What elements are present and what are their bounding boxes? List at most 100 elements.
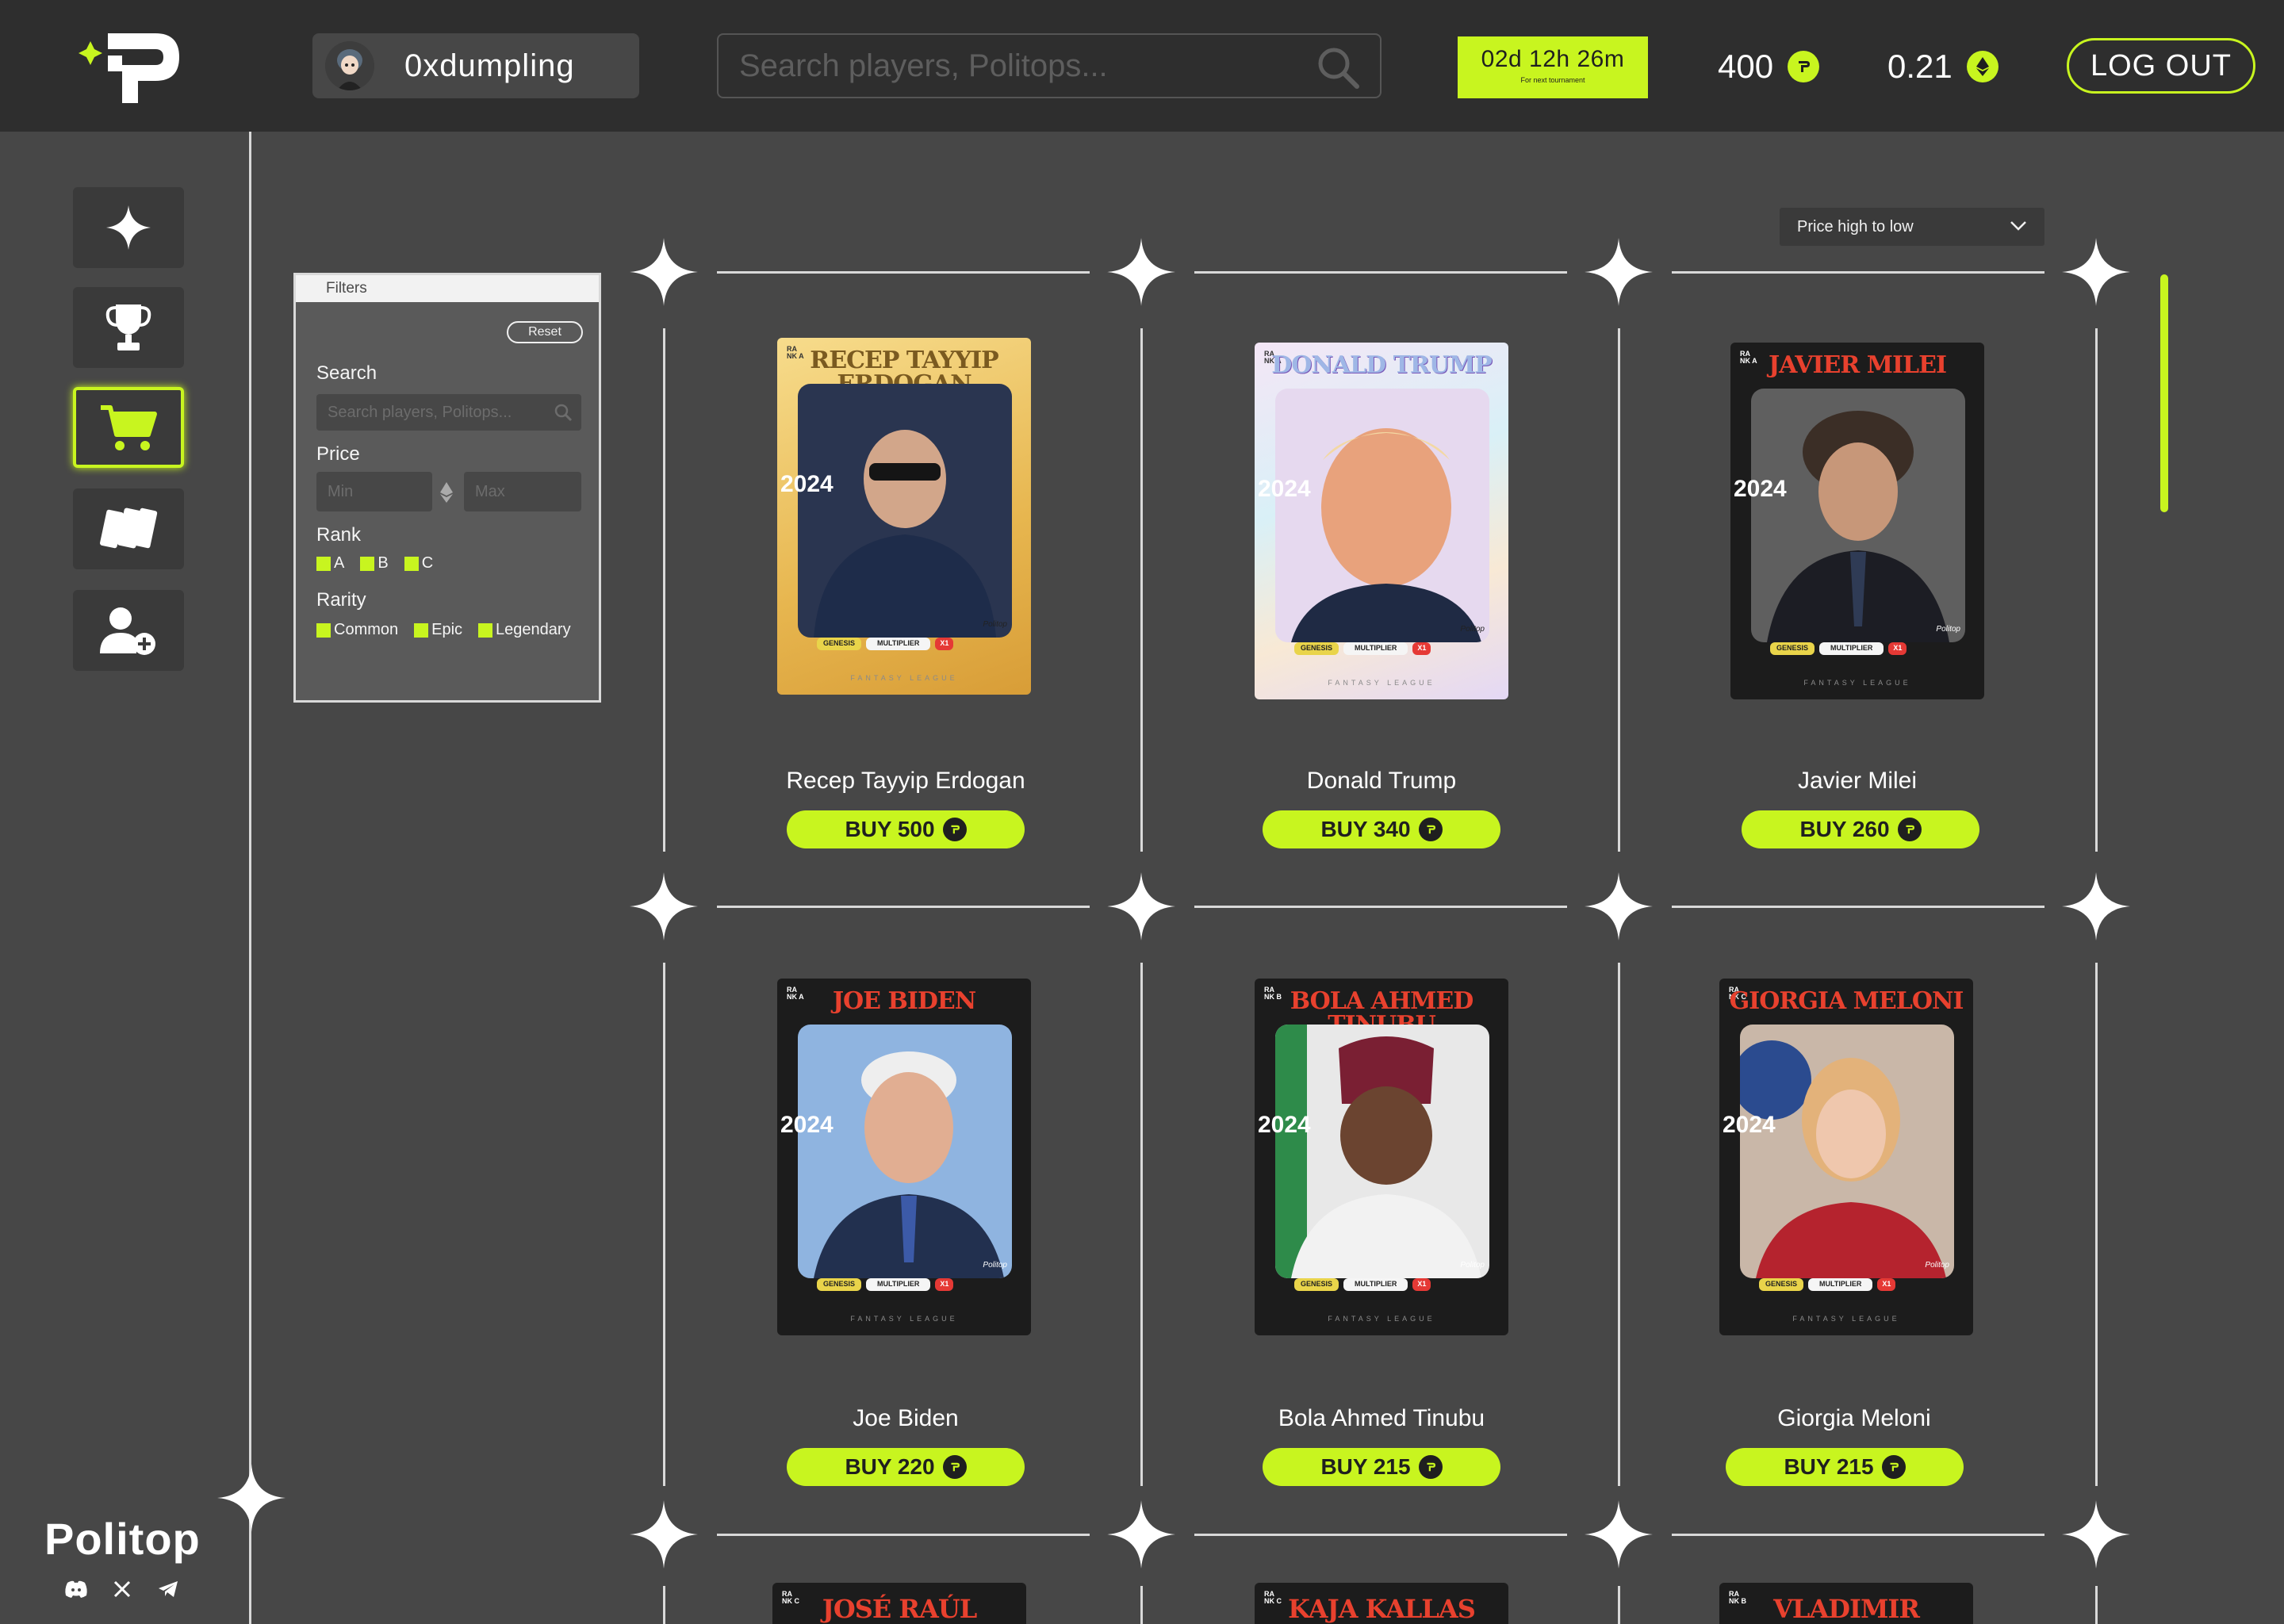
- filter-search-label: Search: [316, 362, 377, 384]
- player-name: Javier Milei: [1797, 768, 1918, 794]
- ethereum-icon: [1966, 51, 1998, 82]
- buy-button[interactable]: BUY 215: [1726, 1448, 1964, 1486]
- player-card-image[interactable]: RA NK C JOSÉ RAÚL: [772, 1583, 1026, 1624]
- politop-coin-icon: [1418, 1455, 1443, 1479]
- sidebar-item-profile[interactable]: [73, 590, 184, 671]
- checkbox[interactable]: [404, 556, 419, 571]
- player-name: Donald Trump: [1306, 768, 1457, 794]
- brand-wordmark: Politop: [44, 1514, 201, 1564]
- telegram-icon[interactable]: [155, 1576, 181, 1602]
- player-card-image[interactable]: RA NK B BOLA AHMED TINUBU 2024 GENESIS M…: [1255, 979, 1508, 1335]
- tournament-timer: 02d 12h 26m For next tournament: [1458, 36, 1648, 98]
- card-badges: GENESIS MULTIPLIER X1: [1294, 1278, 1477, 1291]
- filter-rarity-label: Rarity: [316, 589, 366, 611]
- buy-button[interactable]: BUY 260: [1742, 810, 1979, 848]
- player-card-image[interactable]: RA NK C GIORGIA MELONI 2024 GENESIS MULT…: [1719, 979, 1973, 1335]
- card-signature: Politop: [1460, 1261, 1485, 1270]
- checkbox[interactable]: [414, 622, 429, 638]
- cart-icon: [101, 405, 157, 450]
- rank-option-a[interactable]: A: [316, 554, 344, 573]
- points-balance-value: 400: [1718, 48, 1774, 85]
- politop-coin-icon: [1418, 818, 1443, 841]
- timer-value: 02d 12h 26m: [1481, 46, 1625, 72]
- buy-button[interactable]: BUY 500: [787, 810, 1025, 848]
- global-search-box[interactable]: [717, 33, 1382, 98]
- search-icon[interactable]: [1315, 44, 1361, 90]
- checkbox[interactable]: [316, 622, 331, 638]
- global-search-input[interactable]: [739, 48, 1247, 84]
- x-icon[interactable]: [109, 1576, 135, 1602]
- grid-divider: [1672, 271, 2044, 274]
- rarity-option-legendary[interactable]: Legendary: [478, 621, 571, 639]
- points-balance: 400: [1718, 48, 1820, 86]
- avatar[interactable]: [325, 41, 374, 90]
- buy-button[interactable]: BUY 340: [1263, 810, 1500, 848]
- discord-icon[interactable]: [63, 1576, 89, 1602]
- sparkle-icon: [106, 205, 151, 250]
- grid-divider: [717, 271, 1090, 274]
- grid-divider: [2095, 328, 2098, 852]
- price-max-input[interactable]: [464, 472, 581, 511]
- player-portrait: [1740, 1025, 1954, 1278]
- sparkle-icon: [1107, 1500, 1175, 1568]
- sidebar-item-collection[interactable]: [73, 488, 184, 569]
- card-signature: Politop: [1460, 625, 1485, 634]
- multiplier-badge: MULTIPLIER: [866, 1278, 931, 1291]
- card-title: JOE BIDEN: [832, 987, 976, 1015]
- card-badges: GENESIS MULTIPLIER X1: [1759, 1278, 1941, 1291]
- sparkle-icon: [1585, 238, 1653, 306]
- card-title: KAJA KALLAS: [1288, 1594, 1476, 1624]
- politop-logo-icon[interactable]: [76, 24, 187, 111]
- sparkle-icon: [2062, 1500, 2130, 1568]
- multiplier-badge: MULTIPLIER: [1808, 1278, 1873, 1291]
- grid-divider: [1618, 963, 1620, 1486]
- top-bar: 0xdumpling 02d 12h 26m For next tourname…: [0, 0, 2284, 132]
- player-card-image[interactable]: RA NK A DONALD TRUMP 2024 GENESIS MULTIP…: [1255, 343, 1508, 699]
- checkbox[interactable]: [360, 556, 375, 571]
- checkbox[interactable]: [316, 556, 331, 571]
- filter-search-input[interactable]: [316, 394, 581, 431]
- buy-button[interactable]: BUY 215: [1263, 1448, 1500, 1486]
- reset-filters-button[interactable]: Reset: [507, 321, 583, 343]
- grid-divider: [1140, 1586, 1143, 1624]
- user-profile-box[interactable]: 0xdumpling: [312, 33, 639, 98]
- sparkle-icon: [630, 238, 698, 306]
- filters-panel: Filters Reset Search Price Rank A B C Ra…: [293, 273, 601, 703]
- eth-balance-value: 0.21: [1887, 48, 1953, 85]
- rank-option-c[interactable]: C: [404, 554, 433, 573]
- player-card-image[interactable]: RA NK A RECEP TAYYIP ERDOGAN 2024 GENESI…: [777, 338, 1031, 695]
- player-portrait: [1275, 1025, 1489, 1278]
- card-badges: GENESIS MULTIPLIER X1: [1770, 642, 1953, 655]
- sidebar-item-home[interactable]: [73, 187, 184, 268]
- player-card-image[interactable]: RA NK A JOE BIDEN 2024 GENESIS MULTIPLIE…: [777, 979, 1031, 1335]
- player-name: Giorgia Meloni: [1777, 1405, 1931, 1431]
- card-year: 2024: [1258, 477, 1311, 501]
- card-title: JOSÉ RAÚL: [822, 1594, 977, 1624]
- logout-button[interactable]: LOG OUT: [2067, 38, 2255, 94]
- eth-balance: 0.21: [1887, 48, 1998, 86]
- politop-coin-icon: [942, 1455, 967, 1479]
- checkbox[interactable]: [478, 622, 493, 638]
- grid-divider: [2095, 963, 2098, 1486]
- sort-dropdown[interactable]: Price high to low: [1780, 208, 2044, 246]
- player-card-image[interactable]: RA NK B VLADIMIR: [1719, 1583, 1973, 1624]
- genesis-badge: GENESIS: [1294, 642, 1339, 655]
- sidebar-item-tournaments[interactable]: [73, 287, 184, 368]
- filter-rank-label: Rank: [316, 524, 362, 546]
- sidebar-divider: [249, 132, 251, 1624]
- buy-button[interactable]: BUY 220: [787, 1448, 1025, 1486]
- player-card-image[interactable]: RA NK C KAJA KALLAS: [1255, 1583, 1508, 1624]
- sidebar-item-market[interactable]: [73, 387, 184, 468]
- rarity-option-epic[interactable]: Epic: [414, 621, 462, 639]
- card-signature: Politop: [1936, 625, 1960, 634]
- scrollbar-thumb[interactable]: [2160, 274, 2168, 512]
- card-badges: GENESIS MULTIPLIER X1: [817, 1278, 999, 1291]
- multiplier-value-badge: X1: [1412, 1278, 1431, 1291]
- grid-divider: [663, 328, 665, 852]
- grid-divider: [1140, 963, 1143, 1486]
- price-min-input[interactable]: [316, 472, 432, 511]
- rarity-option-common[interactable]: Common: [316, 621, 398, 639]
- rank-option-b[interactable]: B: [360, 554, 389, 573]
- player-card-image[interactable]: RA NK A JAVIER MILEI 2024 GENESIS MULTIP…: [1730, 343, 1984, 699]
- multiplier-value-badge: X1: [935, 638, 954, 650]
